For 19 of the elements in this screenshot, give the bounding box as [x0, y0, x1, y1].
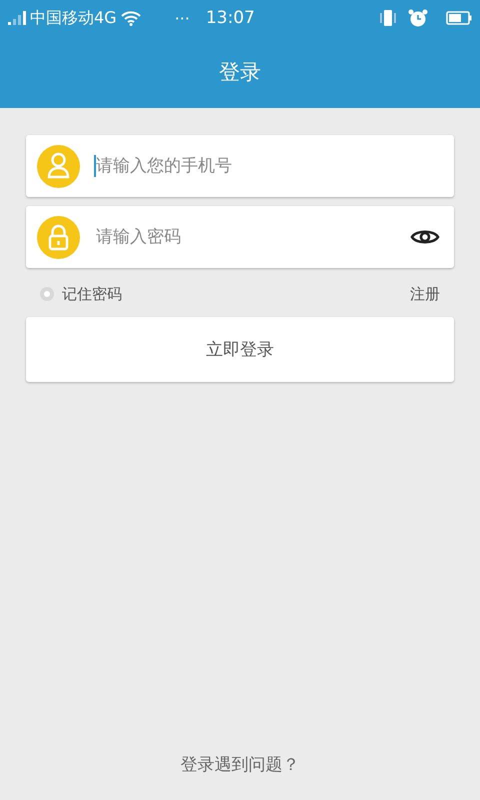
login-button[interactable]: 立即登录: [26, 317, 454, 382]
register-link[interactable]: 注册: [410, 284, 440, 304]
battery-icon: [446, 11, 472, 25]
person-icon: [37, 144, 80, 188]
clock-time: 13:07: [206, 8, 255, 28]
page-title: 登录: [219, 59, 261, 86]
help-link[interactable]: 登录遇到问题？: [180, 753, 300, 776]
lock-icon: [37, 216, 80, 258]
phone-field[interactable]: 请输入您的手机号: [26, 135, 454, 197]
password-input[interactable]: 请输入密码: [94, 226, 396, 248]
alarm-icon: [408, 9, 428, 27]
notification-dots: ···: [174, 8, 190, 28]
remember-password-checkbox[interactable]: 记住密码: [40, 284, 122, 304]
vibrate-icon: [380, 9, 396, 27]
password-field[interactable]: 请输入密码: [26, 206, 454, 268]
phone-input[interactable]: 请输入您的手机号: [94, 155, 440, 177]
signal-icon: [8, 11, 26, 25]
wifi-icon: [120, 10, 141, 26]
carrier-name: 中国移动4G: [30, 8, 117, 28]
